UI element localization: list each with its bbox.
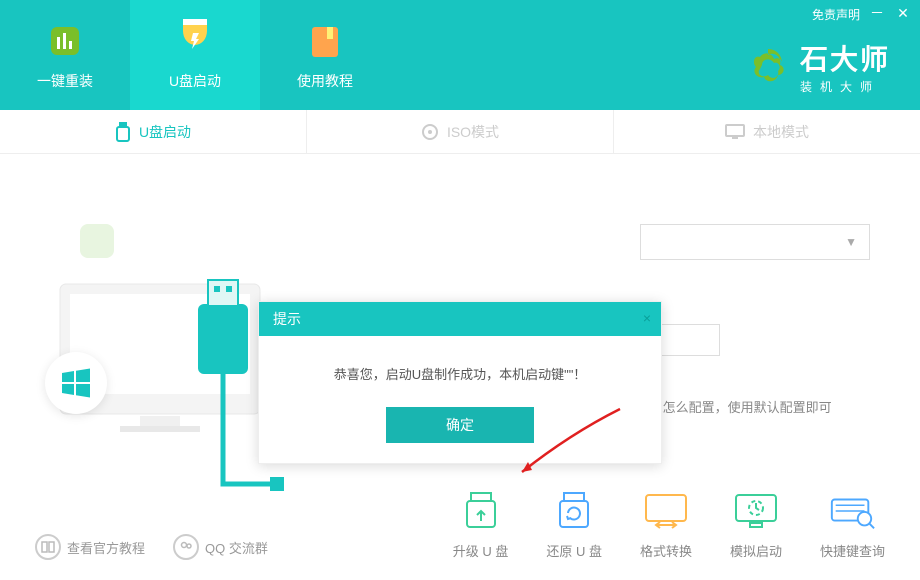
dialog-ok-button[interactable]: 确定 bbox=[386, 407, 534, 443]
nav-label: U盘启动 bbox=[169, 71, 221, 91]
dialog-header: 提示 × bbox=[259, 302, 661, 336]
nav-label: 一键重装 bbox=[37, 71, 93, 91]
iso-icon bbox=[421, 123, 439, 141]
dialog-message: 恭喜您，启动U盘制作成功，本机启动键""！ bbox=[259, 336, 661, 407]
usb-boot-icon bbox=[173, 19, 217, 63]
close-button[interactable]: ✕ bbox=[894, 4, 912, 22]
brand: 石大师 装机大师 bbox=[746, 38, 890, 95]
nav-tutorial[interactable]: 使用教程 bbox=[260, 0, 390, 110]
reinstall-icon bbox=[43, 19, 87, 63]
usb-icon bbox=[115, 122, 131, 142]
nav-usb-boot[interactable]: U盘启动 bbox=[130, 0, 260, 110]
dialog-close-button[interactable]: × bbox=[643, 310, 651, 326]
subtab-local[interactable]: 本地模式 bbox=[614, 110, 920, 153]
modal-overlay: 提示 × 恭喜您，启动U盘制作成功，本机启动键""！ 确定 bbox=[0, 264, 920, 580]
brand-logo-icon bbox=[746, 45, 790, 89]
main-content: ▼ 开始制作 小贴士:如果不知道怎么配置，使用默认配置即可 查看官方教程 QQ … bbox=[0, 154, 920, 580]
nav-label: 使用教程 bbox=[297, 71, 353, 91]
chevron-down-icon: ▼ bbox=[845, 235, 857, 249]
subtab-label: 本地模式 bbox=[753, 122, 809, 142]
subtab-label: U盘启动 bbox=[139, 122, 191, 142]
subtabs: U盘启动 ISO模式 本地模式 bbox=[0, 110, 920, 154]
subtab-iso[interactable]: ISO模式 bbox=[307, 110, 614, 153]
disclaimer-link[interactable]: 免责声明 bbox=[812, 6, 860, 23]
app-header: 一键重装 U盘启动 使用教程 免责声明 － ✕ 石大师 装机大师 bbox=[0, 0, 920, 110]
minimize-button[interactable]: － bbox=[868, 4, 886, 22]
brand-title: 石大师 bbox=[800, 38, 890, 78]
tutorial-icon bbox=[303, 19, 347, 63]
subtab-label: ISO模式 bbox=[447, 122, 499, 142]
subtab-usb-boot[interactable]: U盘启动 bbox=[0, 110, 307, 153]
nav-reinstall[interactable]: 一键重装 bbox=[0, 0, 130, 110]
window-controls: － ✕ bbox=[868, 4, 912, 22]
device-dropdown[interactable]: ▼ bbox=[640, 224, 870, 260]
success-dialog: 提示 × 恭喜您，启动U盘制作成功，本机启动键""！ 确定 bbox=[258, 301, 662, 464]
monitor-icon bbox=[725, 124, 745, 140]
brand-subtitle: 装机大师 bbox=[800, 78, 890, 95]
dialog-title: 提示 bbox=[273, 309, 301, 329]
